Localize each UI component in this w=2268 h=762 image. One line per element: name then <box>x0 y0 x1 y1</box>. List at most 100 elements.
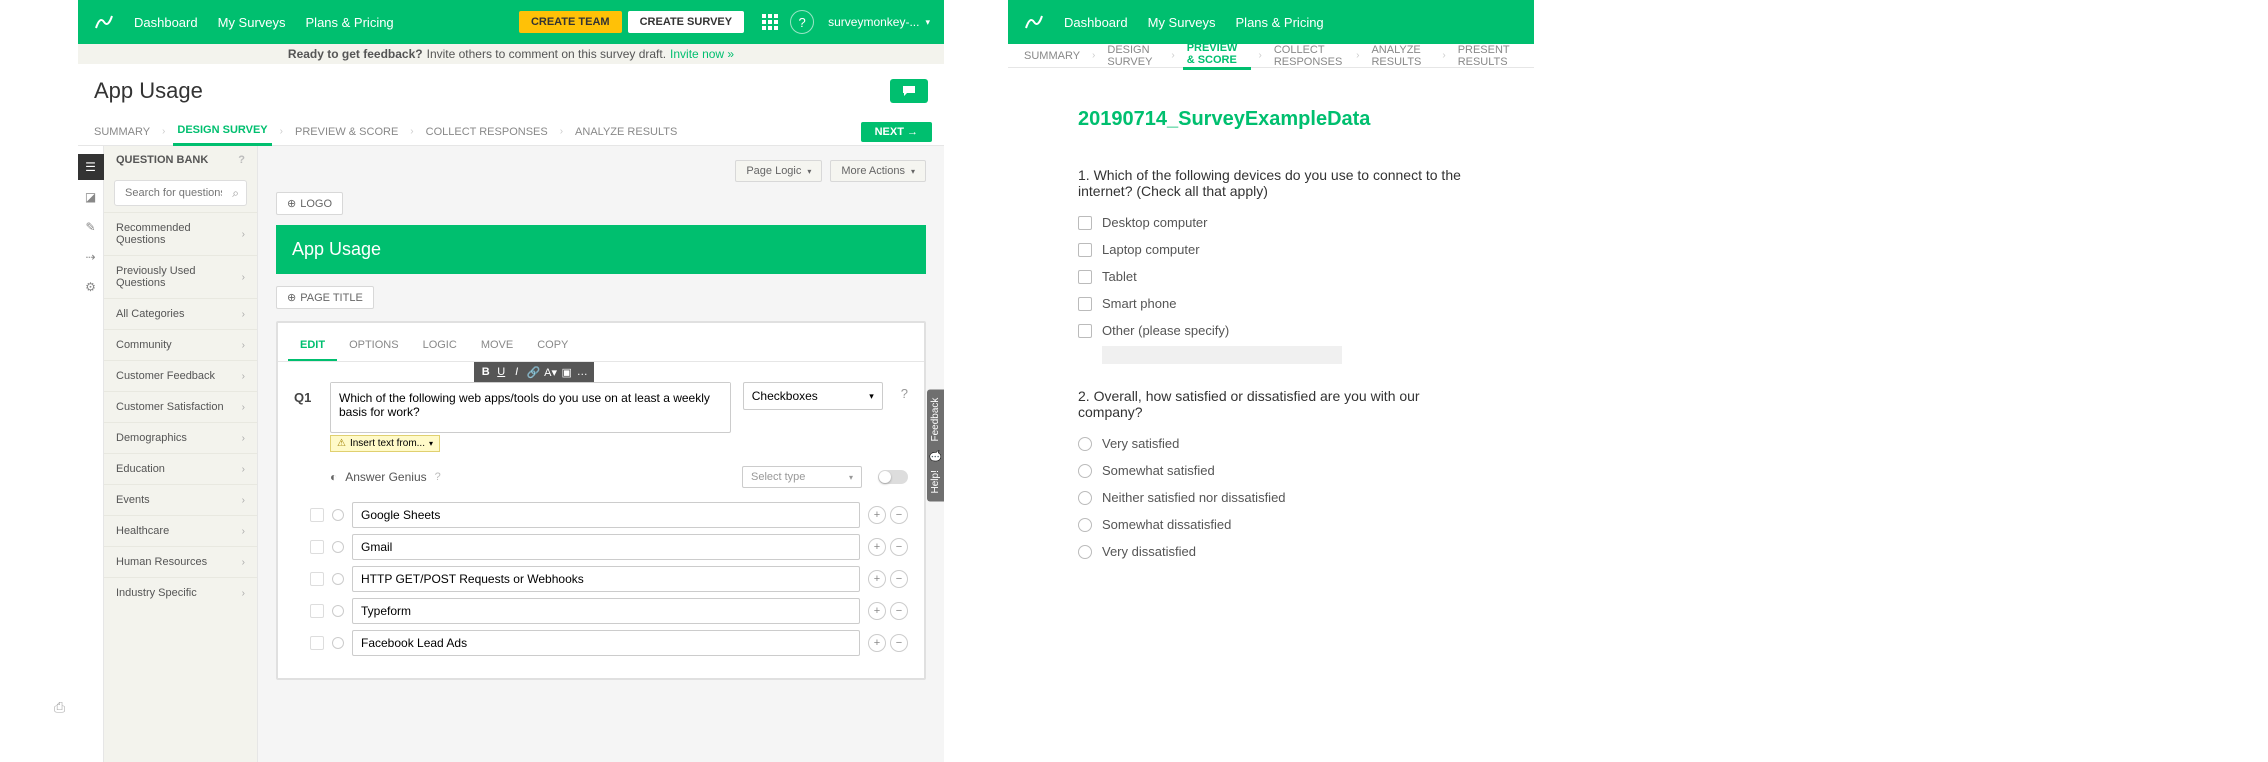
radio-option[interactable]: Very satisfied <box>1078 436 1464 451</box>
insert-text-dropdown[interactable]: ⚠ Insert text from... ▾ <box>330 435 440 452</box>
radio-icon[interactable] <box>1078 464 1092 478</box>
remove-choice-icon[interactable]: − <box>890 634 908 652</box>
link-icon[interactable]: 🔗 <box>526 364 540 380</box>
choice-radio[interactable] <box>332 573 344 585</box>
next-button[interactable]: NEXT → <box>861 122 932 142</box>
choice-input[interactable] <box>352 502 860 528</box>
editor-tab-options[interactable]: OPTIONS <box>337 331 411 361</box>
tab-preview-score[interactable]: PREVIEW & SCORE <box>1183 42 1251 70</box>
italic-icon[interactable]: I <box>511 364 522 380</box>
checkbox-icon[interactable] <box>1078 270 1092 284</box>
apps-grid-icon[interactable] <box>758 10 782 34</box>
other-specify-input[interactable] <box>1102 346 1342 364</box>
remove-choice-icon[interactable]: − <box>890 570 908 588</box>
radio-icon[interactable] <box>1078 545 1092 559</box>
tab-present-results[interactable]: PRESENT RESULTS <box>1454 42 1522 70</box>
sidebar-item[interactable]: Community› <box>104 329 257 360</box>
tab-design-survey[interactable]: DESIGN SURVEY <box>1103 42 1163 70</box>
sidebar-item[interactable]: Industry Specific› <box>104 577 257 608</box>
type-help-icon[interactable]: ? <box>901 382 908 401</box>
sidebar-item[interactable]: Healthcare› <box>104 515 257 546</box>
image-icon[interactable]: ▣ <box>561 364 572 380</box>
remove-choice-icon[interactable]: − <box>890 506 908 524</box>
radio-option[interactable]: Neither satisfied nor dissatisfied <box>1078 490 1464 505</box>
drag-handle-icon[interactable] <box>310 572 324 586</box>
font-icon[interactable]: A▾ <box>544 364 557 380</box>
editor-tab-logic[interactable]: LOGIC <box>411 331 469 361</box>
tab-collect-responses[interactable]: COLLECT RESPONSES <box>1270 42 1348 70</box>
tab-collect[interactable]: COLLECT RESPONSES <box>422 118 552 146</box>
sidebar-item[interactable]: Recommended Questions› <box>104 212 257 255</box>
add-logo-button[interactable]: ⊕LOGO <box>276 192 343 215</box>
drag-handle-icon[interactable] <box>310 508 324 522</box>
sidebar-item[interactable]: All Categories› <box>104 298 257 329</box>
invite-link[interactable]: Invite now » <box>670 47 734 61</box>
drag-handle-icon[interactable] <box>310 540 324 554</box>
checkbox-option[interactable]: Smart phone <box>1078 296 1464 311</box>
checkbox-icon[interactable] <box>1078 216 1092 230</box>
add-choice-icon[interactable]: + <box>868 506 886 524</box>
nav-dashboard[interactable]: Dashboard <box>124 15 208 30</box>
nav-my-surveys[interactable]: My Surveys <box>208 15 296 30</box>
answer-genius-toggle[interactable] <box>878 470 908 484</box>
rail-format-icon[interactable]: ◪ <box>78 184 104 210</box>
rail-theme-icon[interactable]: ✎ <box>78 214 104 240</box>
create-survey-button[interactable]: CREATE SURVEY <box>628 11 745 33</box>
feedback-tab[interactable]: Help! 💬 Feedback <box>927 390 944 502</box>
rail-question-bank-icon[interactable]: ☰ <box>78 154 104 180</box>
rail-options-icon[interactable]: ⚙ <box>78 274 104 300</box>
add-choice-icon[interactable]: + <box>868 538 886 556</box>
radio-option[interactable]: Very dissatisfied <box>1078 544 1464 559</box>
answer-genius-help-icon[interactable]: ? <box>435 471 441 483</box>
tab-analyze[interactable]: ANALYZE RESULTS <box>571 118 681 146</box>
brand-logo[interactable] <box>1022 10 1046 34</box>
more-icon[interactable]: … <box>577 364 588 380</box>
choice-input[interactable] <box>352 566 860 592</box>
checkbox-option[interactable]: Laptop computer <box>1078 242 1464 257</box>
sidebar-item[interactable]: Customer Feedback› <box>104 360 257 391</box>
sidebar-item[interactable]: Events› <box>104 484 257 515</box>
nav-plans[interactable]: Plans & Pricing <box>296 15 404 30</box>
radio-icon[interactable] <box>1078 518 1092 532</box>
remove-choice-icon[interactable]: − <box>890 602 908 620</box>
tab-design[interactable]: DESIGN SURVEY <box>173 118 271 146</box>
checkbox-icon[interactable] <box>1078 324 1092 338</box>
editor-tab-copy[interactable]: COPY <box>525 331 580 361</box>
remove-choice-icon[interactable]: − <box>890 538 908 556</box>
brand-logo[interactable] <box>92 10 116 34</box>
nav-my-surveys[interactable]: My Surveys <box>1138 15 1226 30</box>
radio-icon[interactable] <box>1078 437 1092 451</box>
radio-option[interactable]: Somewhat dissatisfied <box>1078 517 1464 532</box>
radio-option[interactable]: Somewhat satisfied <box>1078 463 1464 478</box>
underline-icon[interactable]: U <box>495 364 506 380</box>
comments-button[interactable] <box>890 79 928 103</box>
editor-tab-edit[interactable]: EDIT <box>288 331 337 361</box>
print-icon[interactable]: ⎙ <box>54 699 65 716</box>
nav-plans[interactable]: Plans & Pricing <box>1226 15 1334 30</box>
nav-dashboard[interactable]: Dashboard <box>1054 15 1138 30</box>
checkbox-option[interactable]: Tablet <box>1078 269 1464 284</box>
sidebar-item[interactable]: Previously Used Questions› <box>104 255 257 298</box>
page-logic-button[interactable]: Page Logic▾ <box>735 160 822 182</box>
more-actions-button[interactable]: More Actions▾ <box>830 160 926 182</box>
choice-input[interactable] <box>352 534 860 560</box>
rail-logic-icon[interactable]: ⇢ <box>78 244 104 270</box>
account-menu[interactable]: surveymonkey-...▾ <box>828 15 930 29</box>
tab-analyze-results[interactable]: ANALYZE RESULTS <box>1367 42 1434 70</box>
bold-icon[interactable]: B <box>480 364 491 380</box>
add-page-title-button[interactable]: ⊕PAGE TITLE <box>276 286 374 309</box>
sidebar-item[interactable]: Customer Satisfaction› <box>104 391 257 422</box>
create-team-button[interactable]: CREATE TEAM <box>519 11 622 33</box>
help-icon[interactable]: ? <box>790 10 814 34</box>
tab-summary[interactable]: SUMMARY <box>90 118 154 146</box>
choice-radio[interactable] <box>332 605 344 617</box>
checkbox-icon[interactable] <box>1078 297 1092 311</box>
search-icon[interactable]: ⌕ <box>232 186 239 201</box>
choice-radio[interactable] <box>332 541 344 553</box>
drag-handle-icon[interactable] <box>310 604 324 618</box>
add-choice-icon[interactable]: + <box>868 570 886 588</box>
choice-radio[interactable] <box>332 509 344 521</box>
drag-handle-icon[interactable] <box>310 636 324 650</box>
answer-genius-select[interactable]: Select type▾ <box>742 466 862 488</box>
question-text-input[interactable]: Which of the following web apps/tools do… <box>331 383 730 427</box>
